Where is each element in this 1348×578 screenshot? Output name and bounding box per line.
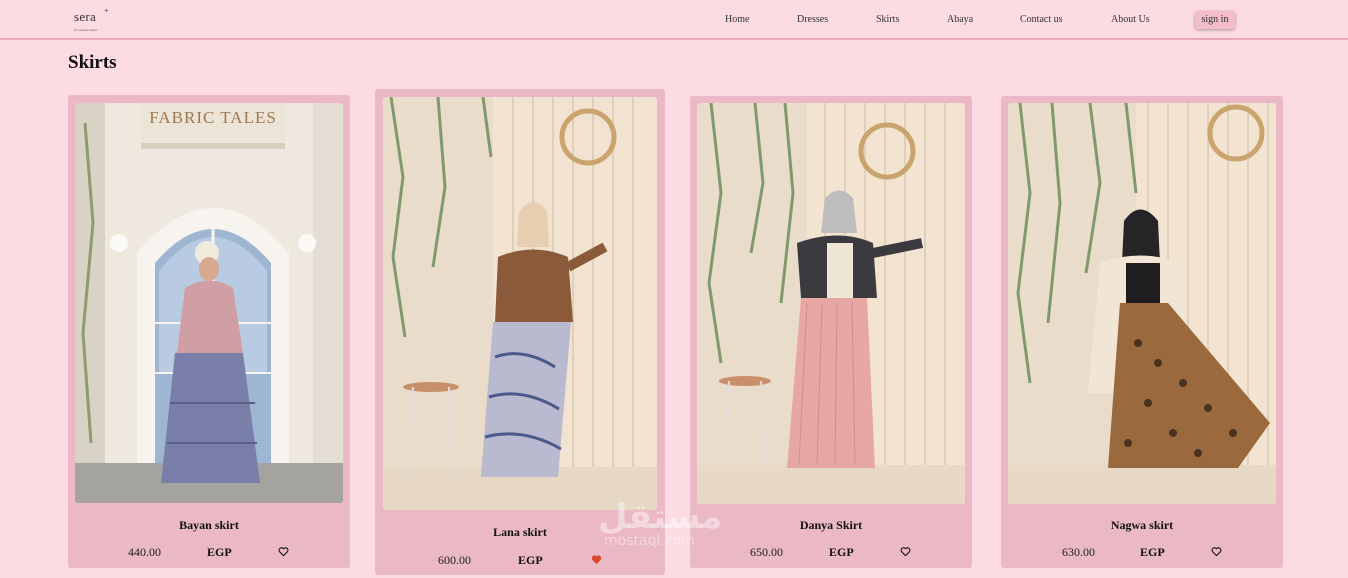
nav-link-about[interactable]: About Us: [1111, 14, 1150, 25]
top-navbar: sera + for modest skirts Home Dresses Sk…: [0, 0, 1348, 40]
product-card[interactable]: Lana skirt 600.00 EGP: [375, 89, 665, 575]
product-card[interactable]: FABRIC TALES Bayan skirt 440.00 EGP: [68, 95, 350, 568]
product-photo[interactable]: [383, 97, 657, 510]
product-photo[interactable]: [1008, 103, 1276, 504]
logo-tagline: for modest skirts: [74, 28, 98, 32]
product-name[interactable]: Bayan skirt: [68, 518, 350, 533]
nav-link-home[interactable]: Home: [725, 14, 749, 25]
product-name[interactable]: Lana skirt: [375, 525, 665, 540]
product-currency: EGP: [518, 553, 543, 567]
product-name[interactable]: Danya Skirt: [690, 518, 972, 533]
product-photo[interactable]: [697, 103, 965, 504]
product-card[interactable]: Danya Skirt 650.00 EGP: [690, 96, 972, 568]
nav-link-contact[interactable]: Contact us: [1020, 14, 1063, 25]
heart-filled-icon[interactable]: [591, 554, 602, 565]
storefront-sign: FABRIC TALES: [149, 108, 277, 127]
product-currency: EGP: [829, 545, 854, 559]
product-price: 650.00: [750, 545, 783, 559]
product-photo[interactable]: FABRIC TALES: [75, 103, 343, 503]
product-currency: EGP: [207, 545, 232, 559]
product-card[interactable]: Nagwa skirt 630.00 EGP: [1001, 96, 1283, 568]
logo[interactable]: sera + for modest skirts: [74, 6, 114, 36]
product-price: 600.00: [438, 553, 471, 567]
product-name[interactable]: Nagwa skirt: [1001, 518, 1283, 533]
heart-outline-icon[interactable]: [278, 546, 289, 557]
product-price: 630.00: [1062, 545, 1095, 559]
page-title: Skirts: [68, 52, 117, 73]
heart-outline-icon[interactable]: [900, 546, 911, 557]
nav-link-abaya[interactable]: Abaya: [947, 14, 973, 25]
logo-star-icon: +: [104, 6, 109, 15]
logo-text: sera: [74, 9, 97, 24]
heart-outline-icon[interactable]: [1211, 546, 1222, 557]
product-currency: EGP: [1140, 545, 1165, 559]
nav-link-dresses[interactable]: Dresses: [797, 14, 828, 25]
nav-link-skirts[interactable]: Skirts: [876, 14, 899, 25]
sign-in-button[interactable]: sign in: [1195, 11, 1235, 29]
product-price: 440.00: [128, 545, 161, 559]
